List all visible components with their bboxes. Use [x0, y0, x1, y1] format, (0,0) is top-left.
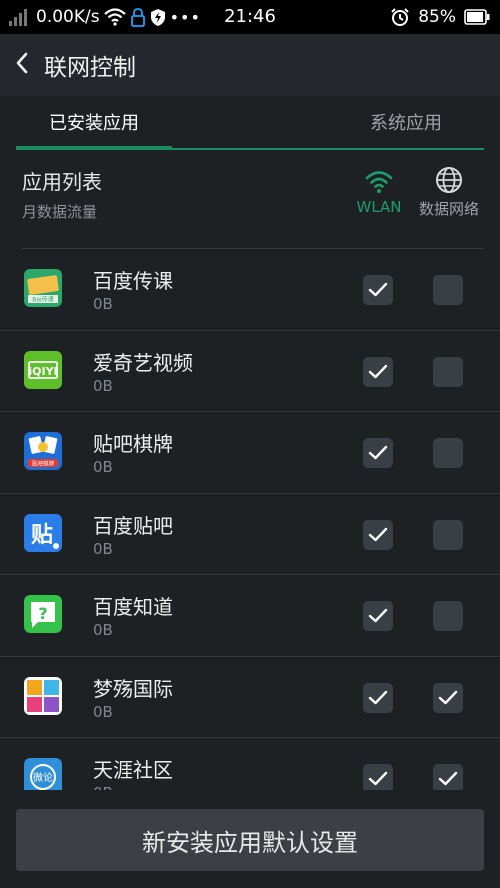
app-name: 梦殇国际: [93, 676, 173, 701]
battery-icon: [464, 9, 490, 25]
new-app-default-settings-button[interactable]: 新安装应用默认设置: [16, 809, 484, 871]
app-usage: 0B: [93, 621, 113, 639]
mobile-data-checkbox[interactable]: [433, 356, 463, 387]
app-usage: 0B: [93, 539, 113, 558]
baidu-zhidao-icon: ?: [24, 595, 62, 633]
status-bar: 0.00K/s ••• 21:46 85%: [0, 0, 500, 34]
list-header: 应用列表 月数据流量 WLAN 数据网络: [22, 166, 484, 246]
app-name: 百度贴吧: [93, 513, 173, 538]
mobile-data-checkbox[interactable]: [433, 519, 463, 550]
active-tab-indicator: [16, 146, 172, 150]
app-name: 百度传课: [93, 269, 173, 293]
app-usage: 0B: [93, 295, 113, 313]
wlan-checkbox[interactable]: [363, 601, 393, 631]
chevron-left-icon: [15, 52, 29, 78]
app-bar: 联网控制: [0, 34, 500, 96]
wlan-checkbox[interactable]: [363, 519, 393, 550]
svg-text:贴: 贴: [31, 522, 53, 548]
app-usage: 0B: [93, 376, 113, 395]
wlan-checkbox[interactable]: [363, 275, 393, 305]
alarm-icon: [390, 7, 410, 27]
wifi-icon: [354, 166, 404, 194]
svg-text:贴吧棋牌: 贴吧棋牌: [32, 459, 55, 467]
mobile-data-checkbox[interactable]: [433, 601, 463, 631]
mobile-data-column-header[interactable]: 数据网络: [414, 166, 484, 219]
battery-percent: 85%: [418, 7, 456, 27]
baidu-chuanke-icon: Bai传课: [24, 269, 62, 307]
list-item: 贴 百度贴吧 0B: [0, 494, 500, 575]
back-button[interactable]: [0, 34, 44, 96]
list-item: 贴吧棋牌 贴吧棋牌 0B: [0, 412, 500, 494]
wlan-column-header[interactable]: WLAN: [354, 166, 404, 216]
wlan-label: WLAN: [356, 198, 402, 216]
tieba-qipai-icon: 贴吧棋牌: [24, 432, 62, 470]
mobile-data-checkbox[interactable]: [433, 275, 463, 305]
app-name: 天涯社区: [93, 758, 173, 782]
svg-text:iQIYI: iQIYI: [28, 365, 57, 378]
list-item: Bai传课 百度传课 0B: [0, 249, 500, 331]
globe-icon: [414, 166, 484, 194]
wlan-checkbox[interactable]: [363, 438, 393, 468]
app-usage: 0B: [93, 702, 113, 721]
app-name: 百度知道: [93, 595, 173, 619]
app-name: 贴吧棋牌: [93, 432, 173, 456]
mobile-data-label: 数据网络: [418, 200, 479, 218]
baidu-tieba-icon: 贴: [24, 513, 62, 552]
svg-text:微论: 微论: [33, 771, 53, 784]
wlan-checkbox[interactable]: [363, 356, 393, 387]
svg-text:?: ?: [38, 604, 47, 623]
app-usage: 0B: [93, 458, 113, 476]
main-content: 已安装应用 系统应用 应用列表 月数据流量 WLAN 数据网络 Bai传课 百度…: [0, 96, 500, 888]
mengshang-icon: [24, 676, 62, 715]
list-item: ? 百度知道 0B: [0, 575, 500, 657]
wlan-checkbox[interactable]: [363, 682, 393, 713]
mobile-data-checkbox[interactable]: [433, 438, 463, 468]
tab-system-apps[interactable]: 系统应用: [328, 96, 484, 148]
list-item: iQIYI 爱奇艺视频 0B: [0, 331, 500, 412]
mobile-data-checkbox[interactable]: [433, 682, 463, 713]
tab-bar: 已安装应用 系统应用: [16, 96, 484, 150]
app-name: 爱奇艺视频: [93, 350, 193, 375]
app-list[interactable]: Bai传课 百度传课 0B iQIYI 爱奇艺视频 0B 贴吧棋牌 贴吧棋牌 0…: [0, 249, 500, 809]
page-title: 联网控制: [44, 55, 136, 81]
iqiyi-icon: iQIYI: [24, 350, 62, 389]
tab-installed-apps[interactable]: 已安装应用: [16, 96, 172, 148]
svg-text:Bai传课: Bai传课: [32, 296, 53, 304]
list-item: 梦殇国际 0B: [0, 657, 500, 738]
